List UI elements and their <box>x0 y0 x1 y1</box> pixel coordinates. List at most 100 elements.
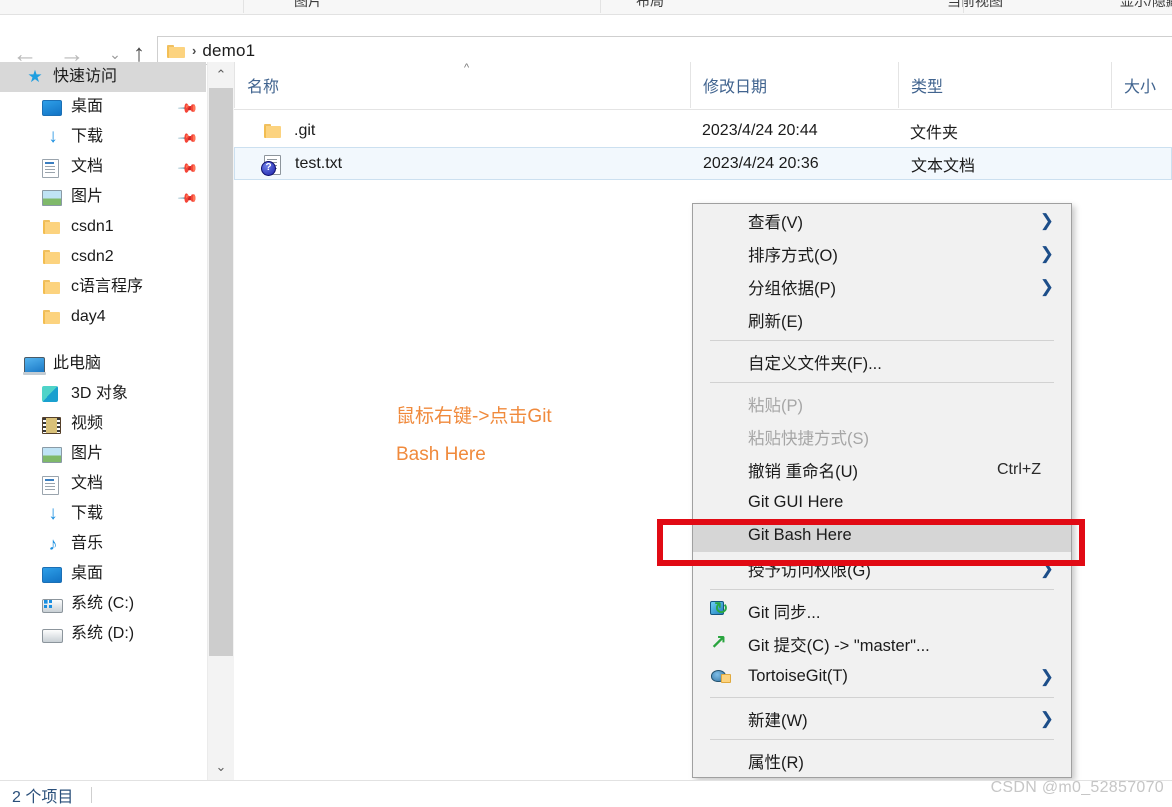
menu-item-customize-folder[interactable]: 自定义文件夹(F)... <box>693 345 1071 378</box>
annotation-line-2: Bash Here <box>396 444 486 465</box>
menu-item-label: 粘贴(P) <box>748 396 803 415</box>
git-commit-icon <box>710 630 730 655</box>
annotation-text: 鼠标右键->点击Git Bash Here <box>396 398 606 474</box>
folder-icon <box>167 44 185 58</box>
menu-item-label: 撤销 重命名(U) <box>748 462 858 481</box>
menu-item-properties[interactable]: 属性(R) <box>693 744 1071 777</box>
chevron-right-icon: ❯ <box>1039 708 1054 728</box>
tree-item-label: csdn1 <box>71 218 114 235</box>
tree-item-day4[interactable]: day4 <box>0 302 206 332</box>
menu-item-new[interactable]: 新建(W) ❯ <box>693 702 1071 735</box>
tree-item-label: 系统 (C:) <box>71 595 135 612</box>
ribbon-group-show-hide: 显示/隐藏 <box>1120 0 1172 9</box>
chevron-down-icon[interactable]: ⌄ <box>208 754 234 780</box>
tree-item-videos[interactable]: 视频 <box>0 409 206 439</box>
pin-icon: 📌 <box>176 97 199 120</box>
tree-item-music[interactable]: ♪ 音乐 <box>0 529 206 559</box>
tree-item-downloads-pc[interactable]: ↓ 下载 <box>0 499 206 529</box>
menu-separator <box>710 697 1054 698</box>
menu-separator <box>710 589 1054 590</box>
menu-item-label: 查看(V) <box>748 213 803 232</box>
pictures-icon <box>42 444 64 464</box>
tree-item-label: 音乐 <box>71 535 104 552</box>
tree-item-label: 桌面 <box>71 565 104 582</box>
menu-item-label: Git 提交(C) -> "master"... <box>748 636 930 655</box>
menu-item-sort-by[interactable]: 排序方式(O) ❯ <box>693 237 1071 270</box>
chevron-right-icon: ❯ <box>1039 276 1054 296</box>
address-bar[interactable]: › demo1 <box>157 36 1172 65</box>
3d-objects-icon <box>42 384 64 404</box>
tree-item-label: 文档 <box>71 475 104 492</box>
menu-item-label: 属性(R) <box>748 753 804 772</box>
menu-item-label: 分组依据(P) <box>748 279 836 298</box>
tree-item-label: 图片 <box>71 188 104 205</box>
table-row[interactable]: ? test.txt 2023/4/24 20:36 文本文档 <box>234 147 1172 180</box>
documents-icon <box>42 157 64 178</box>
desktop-icon <box>42 564 64 584</box>
status-divider <box>91 786 93 803</box>
tree-item-drive-c[interactable]: 系统 (C:) <box>0 589 206 619</box>
tree-item-quick-access[interactable]: ★ 快速访问 <box>0 62 206 92</box>
tree-item-pictures-pc[interactable]: 图片 <box>0 439 206 469</box>
menu-item-git-commit[interactable]: Git 提交(C) -> "master"... <box>693 627 1071 660</box>
tree-item-documents[interactable]: 文档 📌 <box>0 152 206 182</box>
menu-item-group-by[interactable]: 分组依据(P) ❯ <box>693 270 1071 303</box>
tree-item-label: 此电脑 <box>53 355 102 372</box>
table-row[interactable]: .git 2023/4/24 20:44 文件夹 <box>234 114 1172 147</box>
tree-item-drive-d[interactable]: 系统 (D:) <box>0 619 206 649</box>
tree-item-csdn2[interactable]: csdn2 <box>0 242 206 272</box>
menu-item-view[interactable]: 查看(V) ❯ <box>693 204 1071 237</box>
column-header-name[interactable]: 名称 <box>234 62 690 108</box>
menu-item-refresh[interactable]: 刷新(E) <box>693 303 1071 336</box>
menu-item-label: Git GUI Here <box>748 493 844 511</box>
menu-item-undo-rename[interactable]: 撤销 重命名(U) Ctrl+Z <box>693 453 1071 486</box>
tree-item-label: 图片 <box>71 445 104 462</box>
menu-item-git-sync[interactable]: Git 同步... <box>693 594 1071 627</box>
tree-item-3d-objects[interactable]: 3D 对象 <box>0 379 206 409</box>
tree-item-c-language[interactable]: c语言程序 <box>0 272 206 302</box>
chevron-up-icon[interactable]: ⌃ <box>208 62 234 88</box>
file-name-cell: .git <box>234 121 690 141</box>
ribbon-group-pictures: 图片 <box>294 0 322 9</box>
tree-item-desktop-pc[interactable]: 桌面 <box>0 559 206 589</box>
chevron-right-icon: ❯ <box>1039 666 1054 686</box>
tree-item-csdn1[interactable]: csdn1 <box>0 212 206 242</box>
text-file-icon: ? <box>261 154 286 176</box>
column-header-type[interactable]: 类型 <box>898 62 1111 108</box>
tree-scrollbar[interactable]: ⌃ ⌄ <box>207 62 234 780</box>
ribbon-group-current-view: 当前视图 <box>947 0 1003 9</box>
download-icon: ↓ <box>48 126 58 147</box>
ribbon-divider <box>600 0 601 13</box>
tree-item-this-pc[interactable]: 此电脑 <box>0 349 206 379</box>
menu-item-tortoisegit[interactable]: TortoiseGit(T) ❯ <box>693 660 1071 693</box>
ribbon-divider <box>963 0 964 13</box>
pictures-icon <box>42 187 64 207</box>
navigation-tree: ★ 快速访问 桌面 📌 ↓ 下载 📌 文档 📌 图片 📌 csdn1 csdn2… <box>0 62 206 780</box>
highlight-box <box>657 519 1085 566</box>
drive-icon <box>42 624 64 644</box>
menu-separator <box>710 739 1054 740</box>
scrollbar-thumb[interactable] <box>209 88 233 656</box>
menu-item-git-gui-here[interactable]: Git GUI Here <box>693 486 1071 519</box>
menu-item-paste-shortcut: 粘贴快捷方式(S) <box>693 420 1071 453</box>
annotation-line-1: 鼠标右键->点击Git <box>396 406 552 427</box>
column-header-date[interactable]: 修改日期 <box>690 62 898 108</box>
question-badge-icon: ? <box>261 160 276 176</box>
column-header-size[interactable]: 大小 <box>1111 62 1172 108</box>
tree-item-label: c语言程序 <box>71 278 144 295</box>
pin-icon: 📌 <box>176 127 199 150</box>
tree-item-label: 系统 (D:) <box>71 625 135 642</box>
file-name-label: test.txt <box>295 154 343 172</box>
tree-item-label: csdn2 <box>71 248 114 265</box>
tree-item-documents-pc[interactable]: 文档 <box>0 469 206 499</box>
music-icon: ♪ <box>48 534 58 554</box>
tree-item-desktop[interactable]: 桌面 📌 <box>0 92 206 122</box>
column-headers: ^ 名称 修改日期 类型 大小 <box>234 62 1172 110</box>
pin-icon: 📌 <box>176 187 199 210</box>
watermark: CSDN @m0_52857070 <box>990 779 1164 796</box>
menu-item-shortcut: Ctrl+Z <box>997 460 1041 478</box>
star-icon: ★ <box>27 67 43 86</box>
tree-item-pictures[interactable]: 图片 📌 <box>0 182 206 212</box>
tree-item-downloads[interactable]: ↓ 下载 📌 <box>0 122 206 152</box>
